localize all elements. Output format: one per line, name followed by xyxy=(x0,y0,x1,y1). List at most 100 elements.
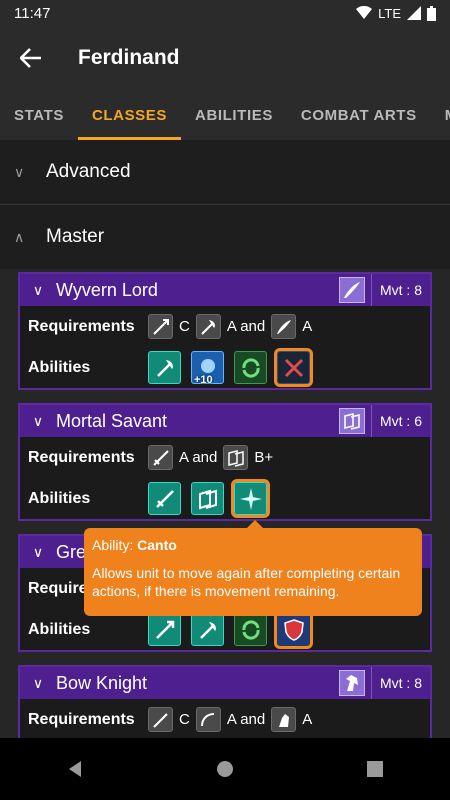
status-time: 11:47 xyxy=(14,4,51,22)
card-header: ∨ Mortal Savant Mvt : 6 xyxy=(20,405,430,437)
battery-icon xyxy=(427,5,436,21)
abilities-label: Abilities xyxy=(28,358,91,376)
abilities-row: Abilities +10 xyxy=(20,347,430,388)
tab-combat-arts[interactable]: COMBAT ARTS xyxy=(287,90,431,140)
status-icons: LTE xyxy=(356,5,436,21)
tooltip-ability-name: Canto xyxy=(137,537,177,553)
tab-abilities[interactable]: ABILITIES xyxy=(181,90,287,140)
card-header: ∨ Bow Knight Mvt : 8 xyxy=(20,667,430,699)
bow-icon xyxy=(195,707,221,732)
requirements-label: Requirements xyxy=(28,317,135,335)
horse-icon xyxy=(338,670,365,696)
tome-icon xyxy=(223,445,249,470)
tab-classes[interactable]: CLASSES xyxy=(77,90,182,140)
class-card-bow-knight: ∨ Bow Knight Mvt : 8 Requirements C A an… xyxy=(18,665,432,738)
class-name: Mortal Savant xyxy=(56,410,168,431)
warp-ability-icon[interactable] xyxy=(231,479,270,518)
nav-back-button[interactable] xyxy=(55,749,95,789)
classes-content: ∨ Advanced ∧ Master ∨ Wyvern Lord Mvt : … xyxy=(0,140,450,738)
tome-ability-icon[interactable] xyxy=(191,482,224,515)
card-header: ∨ Wyvern Lord Mvt : 8 xyxy=(20,274,430,306)
lance-icon xyxy=(148,707,173,732)
wing-icon xyxy=(338,277,365,303)
axe-icon xyxy=(195,314,221,339)
req-grade: A xyxy=(302,711,313,728)
requirements-row: Requirements C A and A xyxy=(20,306,430,347)
tab-stats[interactable]: STATS xyxy=(0,90,78,140)
req-grade: C xyxy=(179,711,190,728)
square-recents-icon xyxy=(367,761,383,777)
class-card-wyvern-lord: ∨ Wyvern Lord Mvt : 8 Requirements C A a… xyxy=(18,272,432,390)
hp-bonus-ability-icon[interactable]: +10 xyxy=(191,351,224,386)
abilities-list: +10 xyxy=(148,348,313,387)
canto-ability-icon[interactable] xyxy=(234,613,267,646)
req-grade: C xyxy=(179,318,190,335)
lance-icon xyxy=(148,314,173,339)
lance-ability-icon[interactable] xyxy=(148,613,181,646)
requirements-label: Requirements xyxy=(28,448,135,466)
class-name: Wyvern Lord xyxy=(56,279,158,300)
riding-icon xyxy=(271,707,297,732)
axe-ability-icon[interactable] xyxy=(191,613,224,646)
sword-icon xyxy=(148,445,173,470)
back-button[interactable] xyxy=(0,26,62,90)
section-master-label: Master xyxy=(46,226,105,247)
nav-recents-button[interactable] xyxy=(355,749,395,789)
shield-ability-icon[interactable] xyxy=(274,610,313,649)
abilities-label: Abilities xyxy=(28,620,91,638)
tab-more[interactable]: M xyxy=(431,90,450,140)
axe-ability-icon[interactable] xyxy=(148,351,181,384)
requirements-list: A and B+ xyxy=(148,445,273,470)
sword-ability-icon[interactable] xyxy=(148,482,181,515)
requirements-list: C A and A xyxy=(148,314,312,339)
class-name: Bow Knight xyxy=(56,672,148,693)
flying-icon xyxy=(271,314,297,339)
system-nav-bar xyxy=(0,738,450,800)
abilities-list xyxy=(148,479,270,518)
wifi-icon xyxy=(356,6,373,19)
abilities-row: Abilities xyxy=(20,478,430,519)
hp-bonus-badge: +10 xyxy=(194,374,213,386)
app-bar: Ferdinand xyxy=(0,26,450,90)
chevron-down-icon: ∨ xyxy=(14,163,25,180)
section-master[interactable]: ∧ Master xyxy=(0,205,450,269)
tooltip-description: Allows unit to move again after completi… xyxy=(92,565,401,599)
signal-icon xyxy=(407,6,421,20)
movement-value: Mvt : 8 xyxy=(370,667,430,699)
req-grade: A and xyxy=(226,711,266,728)
chevron-down-icon[interactable]: ∨ xyxy=(20,675,56,692)
chevron-down-icon[interactable]: ∨ xyxy=(20,282,56,299)
chevron-down-icon[interactable]: ∨ xyxy=(20,544,56,561)
spellbook-icon xyxy=(338,408,365,434)
req-grade: A xyxy=(302,318,313,335)
movement-value: Mvt : 8 xyxy=(370,274,430,306)
req-grade: B+ xyxy=(254,449,274,466)
chevron-down-icon[interactable]: ∨ xyxy=(20,413,56,430)
arrow-left-icon xyxy=(20,48,41,68)
seal-ability-icon[interactable] xyxy=(274,348,313,387)
tab-bar: STATS CLASSES ABILITIES COMBAT ARTS M xyxy=(0,90,450,140)
status-bar: 11:47 LTE xyxy=(0,0,450,26)
requirements-list: C A and A xyxy=(148,707,312,732)
section-advanced[interactable]: ∨ Advanced xyxy=(0,140,450,204)
requirements-row: Requirements A and B+ xyxy=(20,437,430,478)
requirements-row: Requirements C A and A xyxy=(20,699,430,738)
page-title: Ferdinand xyxy=(78,46,180,69)
tooltip-title: Ability: Canto xyxy=(92,536,414,554)
master-class-list: ∨ Wyvern Lord Mvt : 8 Requirements C A a… xyxy=(0,269,450,738)
network-label: LTE xyxy=(378,5,401,21)
tooltip-arrow xyxy=(247,520,263,528)
canto-ability-icon[interactable] xyxy=(234,351,267,384)
abilities-list xyxy=(148,610,313,649)
section-advanced-label: Advanced xyxy=(46,161,131,182)
nav-home-button[interactable] xyxy=(205,749,245,789)
triangle-back-icon xyxy=(69,761,81,777)
req-grade: A and xyxy=(179,449,218,466)
circle-home-icon xyxy=(217,761,233,777)
class-card-mortal-savant: ∨ Mortal Savant Mvt : 6 Requirements A a… xyxy=(18,403,432,521)
tooltip-prefix: Ability: xyxy=(92,537,138,553)
requirements-label: Requirements xyxy=(28,710,135,728)
abilities-label: Abilities xyxy=(28,489,91,507)
ability-tooltip: Ability: Canto Allows unit to move again… xyxy=(84,520,422,616)
req-grade: A and xyxy=(226,318,266,335)
